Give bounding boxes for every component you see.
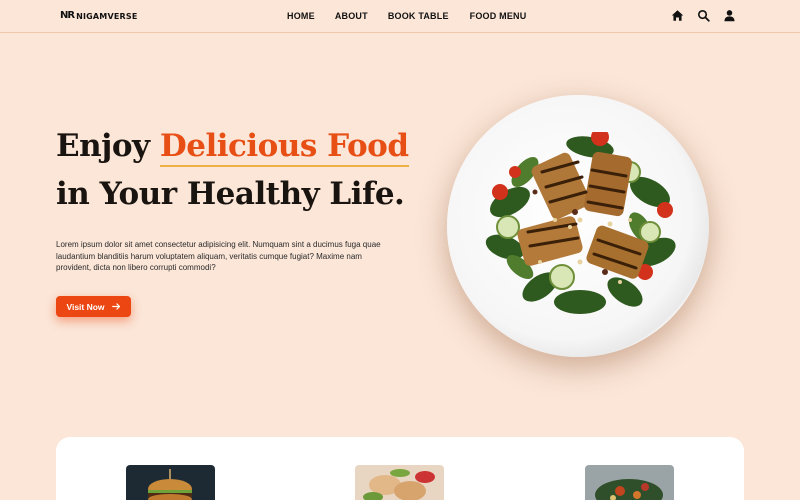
logo-mark: NR [60,10,75,21]
nav-link-food-menu[interactable]: FOOD MENU [470,11,527,21]
dish-card-salad-bowl-image[interactable] [585,465,674,500]
visit-now-label: Visit Now [66,301,105,312]
hero-title-highlight: Delicious Food [159,128,409,167]
user-icon[interactable] [723,9,736,22]
navbar: NR NIGAMVERSE HOME ABOUT BOOK TABLE FOOD… [0,0,800,33]
main-menu: HOME ABOUT BOOK TABLE FOOD MENU [287,11,526,21]
search-icon[interactable] [697,9,710,22]
nav-link-home[interactable]: HOME [287,11,315,21]
brand-name: NIGAMVERSE [76,11,138,21]
arrow-right-icon [111,303,120,310]
hero-description: Lorem ipsum dolor sit amet consectetur a… [56,240,381,272]
hero-title: Enjoy Delicious Food in Your Healthy Life… [56,122,409,218]
dish-card-burger-image[interactable] [126,465,215,500]
visit-now-button[interactable]: Visit Now [56,296,131,317]
grilled-chicken-salad [485,132,676,314]
nav-link-book-table[interactable]: BOOK TABLE [388,11,449,21]
hero-dish-image [410,50,745,395]
hero-title-line2: in Your Healthy Life. [56,176,405,212]
nav-link-about[interactable]: ABOUT [335,11,368,21]
dish-card-dumplings-image[interactable] [355,465,444,500]
brand-logo[interactable]: NR NIGAMVERSE [60,9,138,23]
nav-icon-group [671,9,736,22]
home-icon[interactable] [671,9,684,22]
hero-title-prefix: Enjoy [56,128,160,164]
featured-dishes-panel [56,437,744,500]
